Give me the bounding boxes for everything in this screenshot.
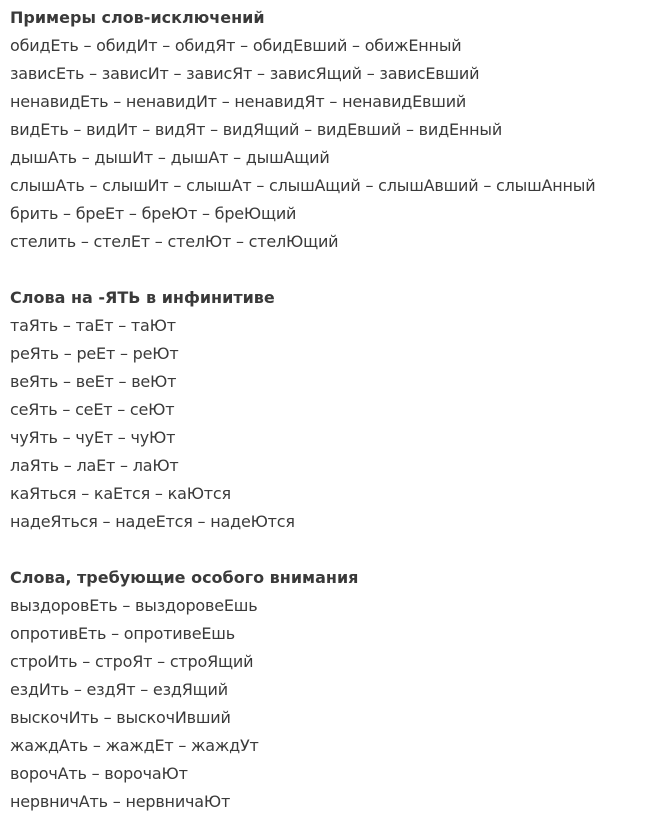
section-exceptions: Примеры слов-исключений обидЕть – обидИт… bbox=[10, 4, 664, 256]
word-forms-line: веЯть – веЕт – веЮт bbox=[10, 372, 177, 391]
section-special-attention: Слова, требующие особого внимания выздор… bbox=[10, 564, 664, 816]
word-forms-line: реЯть – реЕт – реЮт bbox=[10, 344, 179, 363]
section-yat-infinitive: Слова на -ЯТЬ в инфинитиве таЯть – таЕт … bbox=[10, 284, 664, 536]
document-page: Примеры слов-исключений обидЕть – обидИт… bbox=[0, 0, 664, 819]
word-forms-line: таЯть – таЕт – таЮт bbox=[10, 316, 176, 335]
section-title: Слова, требующие особого внимания bbox=[10, 568, 359, 587]
word-forms-line: выздоровЕть – выздоровеЕшь bbox=[10, 596, 258, 615]
word-forms-line: брить – бреЕт – бреЮт – бреЮщий bbox=[10, 204, 297, 223]
section-title: Слова на -ЯТЬ в инфинитиве bbox=[10, 288, 275, 307]
word-forms-line: нервничАть – нервничаЮт bbox=[10, 792, 231, 811]
word-forms-line: обидЕть – обидИт – обидЯт – обидЕвший – … bbox=[10, 36, 462, 55]
word-forms-line: видЕть – видИт – видЯт – видЯщий – видЕв… bbox=[10, 120, 503, 139]
word-forms-line: надеЯться – надеЕтся – надеЮтся bbox=[10, 512, 295, 531]
section-title: Примеры слов-исключений bbox=[10, 8, 265, 27]
word-forms-line: ездИть – ездЯт – ездЯщий bbox=[10, 680, 228, 699]
word-forms-line: чуЯть – чуЕт – чуЮт bbox=[10, 428, 176, 447]
word-forms-line: сеЯть – сеЕт – сеЮт bbox=[10, 400, 175, 419]
word-forms-line: опротивЕть – опротивеЕшь bbox=[10, 624, 235, 643]
word-forms-line: выскочИть – выскочИвший bbox=[10, 708, 231, 727]
word-forms-line: строИть – строЯт – строЯщий bbox=[10, 652, 254, 671]
word-forms-line: ворочАть – ворочаЮт bbox=[10, 764, 188, 783]
word-forms-line: лаЯть – лаЕт – лаЮт bbox=[10, 456, 179, 475]
word-forms-line: жаждАть – жаждЕт – жаждУт bbox=[10, 736, 259, 755]
word-forms-line: каЯться – каЕтся – каЮтся bbox=[10, 484, 231, 503]
word-forms-line: стелить – стелЕт – стелЮт – стелЮщий bbox=[10, 232, 339, 251]
word-forms-line: дышАть – дышИт – дышАт – дышАщий bbox=[10, 148, 330, 167]
word-forms-line: ненавидЕть – ненавидИт – ненавидЯт – нен… bbox=[10, 92, 467, 111]
word-forms-line: слышАть – слышИт – слышАт – слышАщий – с… bbox=[10, 176, 596, 195]
word-forms-line: зависЕть – зависИт – зависЯт – зависЯщий… bbox=[10, 64, 480, 83]
